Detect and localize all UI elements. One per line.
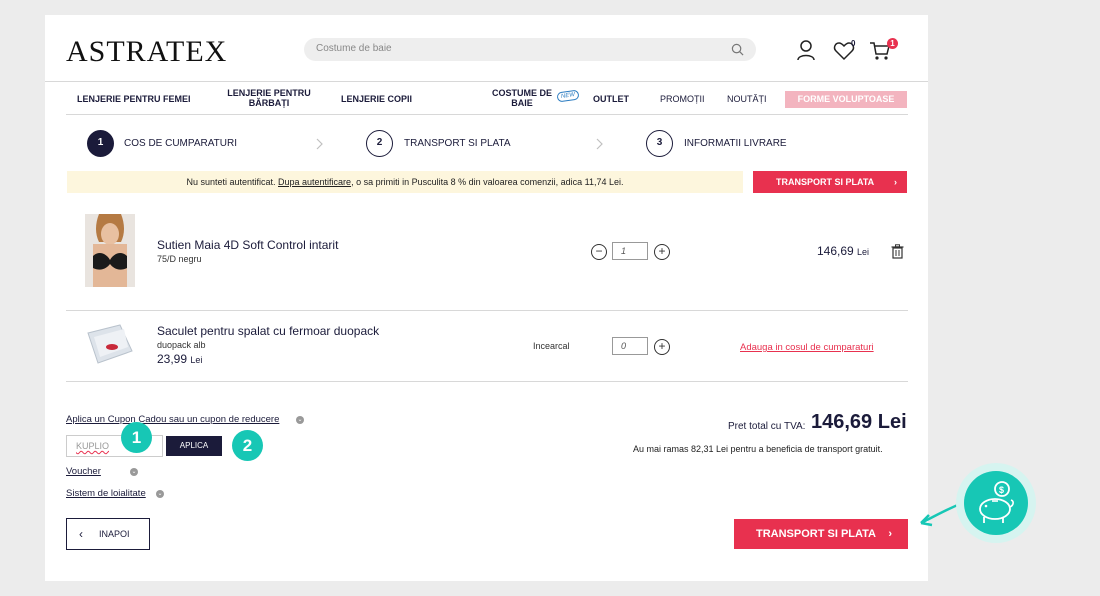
- checkout-page: ASTRATEX Costume de baie 0 1 LENJERIE PE…: [45, 15, 928, 581]
- notice-login-link[interactable]: Dupa autentificare: [278, 177, 351, 187]
- free-shipping-note: Au mai ramas 82,31 Lei pentru a benefici…: [633, 444, 883, 454]
- product-variant: 75/D negru: [157, 254, 202, 264]
- try-label: Incearcal: [533, 341, 570, 351]
- login-notice: Nu sunteti autentificat. Dupa autentific…: [67, 171, 743, 193]
- annotation-marker-2: 2: [232, 430, 263, 461]
- nav-noutati[interactable]: NOUTĂȚI: [727, 94, 767, 104]
- cart-badge: 1: [887, 38, 898, 49]
- price-value: 146,69: [817, 244, 854, 258]
- suggested-price-currency: Lei: [190, 355, 203, 365]
- product-price: 146,69 Lei: [817, 244, 869, 258]
- piggy-bank-icon: $: [979, 481, 1014, 523]
- nav-forme-voluptoase[interactable]: FORME VOLUPTOASE: [785, 91, 907, 108]
- product-image-bra[interactable]: [85, 214, 135, 287]
- chevron-down-icon[interactable]: ⌄: [156, 490, 164, 498]
- suggested-quantity-increase-button[interactable]: +: [654, 339, 670, 355]
- user-icon[interactable]: [795, 39, 817, 61]
- add-to-cart-link[interactable]: Adauga in cosul de cumparaturi: [740, 342, 874, 353]
- nav-promotii[interactable]: PROMOȚII: [660, 94, 705, 104]
- quantity-increase-button[interactable]: +: [654, 244, 670, 260]
- nav-outlet[interactable]: OUTLET: [593, 94, 629, 104]
- wishlist-count: 0: [851, 39, 856, 48]
- chevron-right-icon: [316, 138, 323, 150]
- chevron-down-icon[interactable]: ⌄: [296, 416, 304, 424]
- suggested-product-variant: duopack alb: [157, 340, 206, 350]
- step-2-circle: 2: [366, 130, 393, 157]
- back-button[interactable]: ‹ INAPOI: [66, 518, 150, 550]
- total-value: 146,69 Lei: [811, 411, 907, 433]
- chevron-right-icon: [596, 138, 603, 150]
- header-divider: [45, 81, 928, 82]
- suggested-product-name[interactable]: Saculet pentru spalat cu fermoar duopack: [157, 324, 379, 338]
- search-bar[interactable]: Costume de baie: [304, 38, 756, 61]
- product-image-laundry-bag[interactable]: [84, 323, 136, 365]
- suggested-product-price: 23,99 Lei: [157, 352, 202, 366]
- row-divider: [66, 381, 908, 382]
- notice-text-after: , o sa primiti in Pusculita 8 % din valo…: [351, 177, 624, 187]
- step-3-label: INFORMATII LIVRARE: [684, 138, 787, 149]
- loyalty-link[interactable]: Sistem de loialitate: [66, 488, 146, 499]
- nav-costume-baie[interactable]: COSTUME DE BAIE: [489, 88, 555, 108]
- svg-text:$: $: [999, 485, 1004, 495]
- transport-button-label: TRANSPORT SI PLATA: [756, 528, 876, 540]
- total-label: Pret total cu TVA:: [728, 421, 806, 432]
- quantity-decrease-button[interactable]: −: [591, 244, 607, 260]
- trash-icon[interactable]: [891, 244, 904, 259]
- chevron-left-icon: ‹: [79, 527, 83, 541]
- new-badge: NEW: [556, 89, 580, 103]
- chevron-right-icon: ›: [894, 177, 897, 187]
- voucher-link[interactable]: Voucher: [66, 466, 101, 477]
- step-1-circle: 1: [87, 130, 114, 157]
- piggy-bank-widget[interactable]: $: [956, 463, 1036, 543]
- search-icon[interactable]: [731, 43, 744, 56]
- notice-transport-button[interactable]: TRANSPORT SI PLATA ›: [753, 171, 907, 193]
- coupon-input-value: KUPLIO: [76, 441, 110, 451]
- suggested-price-value: 23,99: [157, 352, 188, 366]
- annotation-marker-1: 1: [121, 422, 152, 453]
- suggested-quantity-input[interactable]: 0: [612, 337, 648, 355]
- step-1-label: COS DE CUMPARATURI: [124, 138, 237, 149]
- chevron-right-icon: ›: [888, 528, 892, 540]
- step-3-circle: 3: [646, 130, 673, 157]
- notice-button-label: TRANSPORT SI PLATA: [776, 177, 875, 187]
- row-divider: [66, 310, 908, 311]
- search-input[interactable]: Costume de baie: [316, 43, 392, 54]
- site-logo[interactable]: ASTRATEX: [66, 35, 227, 69]
- apply-coupon-button[interactable]: APLICA: [166, 436, 222, 456]
- nav-lenjerie-femei[interactable]: LENJERIE PENTRU FEMEI: [77, 94, 191, 104]
- back-button-label: INAPOI: [99, 529, 130, 539]
- step-2-label: TRANSPORT SI PLATA: [404, 138, 511, 149]
- chevron-down-icon[interactable]: ⌄: [130, 468, 138, 476]
- transport-payment-button[interactable]: TRANSPORT SI PLATA ›: [734, 519, 908, 549]
- coupon-link[interactable]: Aplica un Cupon Cadou sau un cupon de re…: [66, 414, 279, 425]
- nav-lenjerie-barbati[interactable]: LENJERIE PENTRU BĂRBAȚI: [221, 88, 317, 108]
- product-name[interactable]: Sutien Maia 4D Soft Control intarit: [157, 238, 338, 252]
- notice-text-before: Nu sunteti autentificat.: [186, 177, 279, 187]
- nav-lenjerie-copii[interactable]: LENJERIE COPII: [341, 94, 412, 104]
- quantity-input[interactable]: 1: [612, 242, 648, 260]
- nav-divider: [66, 114, 908, 115]
- price-currency: Lei: [857, 247, 870, 257]
